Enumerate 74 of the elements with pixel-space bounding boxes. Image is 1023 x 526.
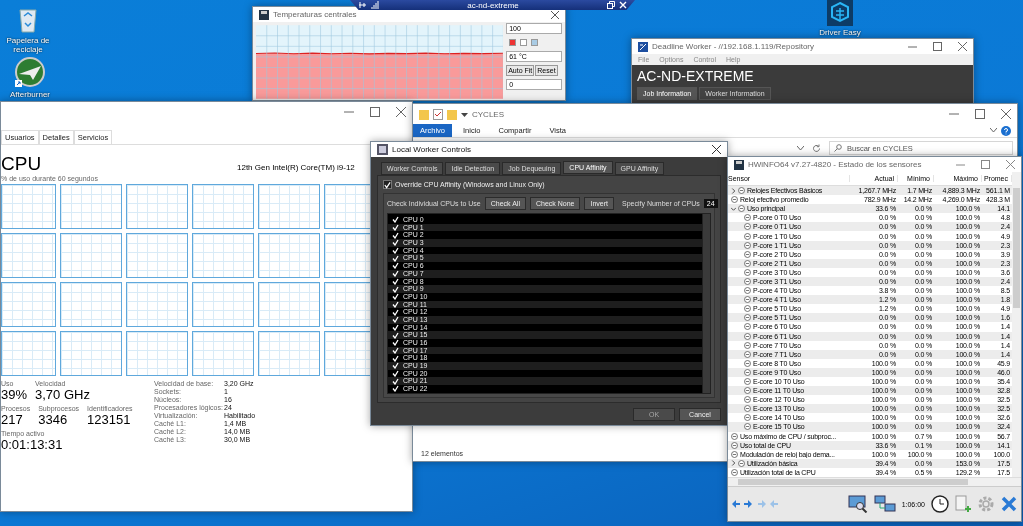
window-title: Local Worker Controls (392, 145, 471, 154)
maximize-icon[interactable] (370, 107, 380, 117)
stat-value: 3,70 GHz (35, 387, 90, 402)
cpu-usage-graph (192, 331, 254, 376)
stat-value: 39% (1, 387, 28, 402)
expander-icon[interactable] (731, 205, 736, 212)
page-heading: CPU (1, 153, 43, 175)
monitor-search-icon[interactable] (847, 495, 868, 513)
scrollbar[interactable] (702, 214, 710, 393)
scrollbar[interactable] (1012, 172, 1021, 477)
cpu-usage-graph (192, 282, 254, 327)
expander-icon[interactable] (731, 460, 736, 467)
worker-name: AC-ND-EXTREME (637, 68, 754, 84)
network-icon[interactable] (873, 495, 896, 513)
window-title: CYCLES (472, 109, 504, 119)
search-icon (834, 144, 842, 152)
window-title: Deadline Worker - //192.168.1.119/Repository (652, 42, 814, 51)
restore-icon[interactable] (607, 1, 615, 9)
cpu-usage-graph (258, 282, 320, 327)
cpu-usage-graph (60, 233, 122, 278)
stat-value: 217 (1, 412, 24, 427)
cpu-usage-graph (60, 331, 122, 376)
connection-name: ac-nd-extreme (466, 0, 520, 10)
maximize-icon[interactable] (933, 42, 942, 51)
dial-icon (744, 278, 751, 285)
color-swatch[interactable] (520, 39, 528, 46)
folder-icon (419, 108, 429, 120)
dropdown-icon[interactable] (461, 110, 468, 118)
close-icon[interactable] (396, 107, 406, 117)
expander-icon[interactable] (731, 187, 736, 194)
close-icon[interactable] (1001, 109, 1011, 119)
cpu-usage-graph (258, 184, 320, 229)
signal-icon[interactable] (371, 1, 379, 9)
color-swatch[interactable] (531, 39, 539, 46)
plane-badge-icon[interactable] (14, 56, 46, 88)
document-plus-icon[interactable] (955, 495, 971, 513)
cpu-usage-graph (60, 184, 122, 229)
close-icon[interactable] (712, 145, 721, 154)
cpu-usage-graph (126, 282, 188, 327)
maximize-icon[interactable] (981, 160, 990, 169)
refresh-icon[interactable] (812, 143, 821, 153)
stat-value: 3346 (38, 412, 68, 427)
close-icon[interactable] (551, 10, 559, 19)
cpu-usage-graph (126, 184, 188, 229)
maximize-icon[interactable] (975, 109, 985, 119)
cpu-usage-graph (258, 233, 320, 278)
desktop-icon-label[interactable]: Papelera de reciclaje (0, 36, 56, 54)
horizontal-scrollbar[interactable] (728, 477, 1021, 486)
color-swatch[interactable] (509, 39, 517, 46)
stat-value: 123151 (87, 412, 132, 427)
cube-icon[interactable] (827, 0, 853, 26)
app-icon (377, 144, 388, 155)
processor-name: 12th Gen Intel(R) Core(TM) i9-12 (237, 163, 355, 172)
pin-icon[interactable] (358, 1, 367, 9)
close-icon[interactable] (958, 42, 967, 51)
cpu-usage-graph (192, 233, 254, 278)
chevron-down-icon[interactable] (990, 128, 997, 133)
cpu-usage-graph (258, 331, 320, 376)
cpu-usage-graph (192, 184, 254, 229)
chevron-down-icon[interactable] (797, 145, 804, 151)
dial-icon (744, 378, 751, 385)
window-title: HWiNFO64 v7.27-4820 - Estado de los sensores (748, 160, 922, 169)
cpu-usage-graph (60, 282, 122, 327)
window-title: Temperaturas centrales (273, 10, 357, 19)
checkbox[interactable] (383, 180, 392, 189)
checklist-icon[interactable] (433, 108, 443, 120)
clock-icon[interactable] (931, 495, 949, 513)
desktop-icon-label[interactable]: Driver Easy (819, 28, 861, 37)
desktop-icon-label[interactable]: Afterburner (10, 90, 50, 99)
cpu-usage-graph (126, 233, 188, 278)
arrows-icon[interactable] (732, 499, 752, 509)
cpu-usage-graph (126, 331, 188, 376)
stat-value: 0:01:13:31 (1, 437, 63, 452)
help-icon[interactable] (1001, 125, 1011, 136)
